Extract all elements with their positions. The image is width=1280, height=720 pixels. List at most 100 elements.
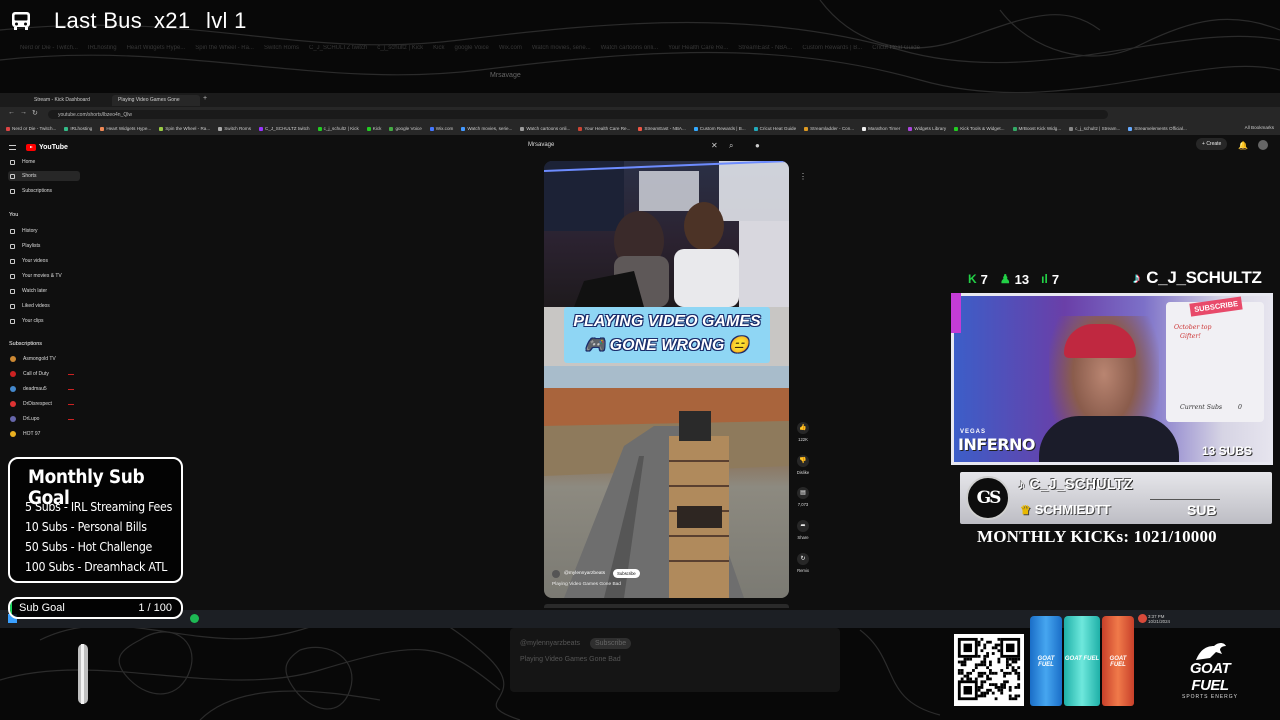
bookmark-label: Heart Widgets Hype... xyxy=(106,126,152,131)
sidebar-item-label: Call of Duty xyxy=(23,371,49,377)
sub-goal-item: 5 Subs - IRL Streaming Fees xyxy=(25,500,173,514)
bookmark-label: StreamEast - NBA... xyxy=(644,126,686,131)
board-line: 0 xyxy=(1238,404,1242,411)
ghost-search-text: Mrsavage xyxy=(490,72,521,79)
channel-name[interactable]: @mylennyarzbeats xyxy=(564,571,605,576)
sidebar-item-subscription[interactable]: Asmongold TV xyxy=(8,354,80,364)
bookmark-item[interactable]: Cricut Heat Guide xyxy=(753,125,796,132)
board-line: October top xyxy=(1174,324,1212,331)
bookmark-item[interactable]: Kick Tools & Widget... xyxy=(954,125,1005,132)
sidebar-item-you[interactable]: Your videos xyxy=(8,256,80,266)
bookmark-favicon-icon xyxy=(862,126,867,131)
bookmark-favicon-icon xyxy=(6,126,10,131)
bookmark-favicon-icon xyxy=(804,126,809,131)
sidebar-item-you[interactable]: History xyxy=(8,226,80,236)
sidebar-item-subscriptions[interactable]: Subscriptions xyxy=(8,186,80,196)
bookmark-item[interactable]: MrBoost Kick Widg... xyxy=(1012,125,1061,132)
comment-button[interactable]: ▤ 7,073 xyxy=(795,487,811,507)
sidebar-item-label: Your movies & TV xyxy=(22,273,62,279)
menu-icon[interactable] xyxy=(9,145,16,150)
subscriber-name: SCHMIEDTT xyxy=(1034,502,1111,517)
ghost-tab: Spin the Wheel - Ra... xyxy=(195,45,254,51)
spinning-coin-graphic xyxy=(78,644,88,704)
nav-you-icon xyxy=(10,288,15,294)
youtube-logo[interactable]: YouTube xyxy=(26,144,68,151)
bookmark-item[interactable]: Switch Roms xyxy=(218,125,251,132)
bookmark-label: Kick xyxy=(372,126,382,131)
bookmark-item[interactable]: StreamEast - NBA... xyxy=(638,125,686,132)
next-short-preview[interactable] xyxy=(544,604,789,608)
ghost-tab: Heart Widgets Hype... xyxy=(126,45,186,51)
sidebar-item-you[interactable]: Your movies & TV xyxy=(8,271,80,281)
back-icon[interactable]: ← xyxy=(8,109,15,116)
short-title[interactable]: Playing Video Games Gone Bad xyxy=(552,582,621,587)
bookmark-item[interactable]: IRLhosting xyxy=(64,125,92,132)
avatar[interactable] xyxy=(1258,140,1268,150)
bookmark-label: IRLhosting xyxy=(70,126,93,131)
bookmark-item[interactable]: google Voice xyxy=(389,125,422,132)
sidebar-item-you[interactable]: Liked videos xyxy=(8,301,80,311)
bookmark-item[interactable]: Streamladder - Con... xyxy=(804,125,854,132)
share-button[interactable]: ➦ Share xyxy=(795,520,811,540)
browser-tab-active[interactable]: Playing Video Games Gone xyxy=(112,95,200,106)
ghost-tab: StreamEast - NBA... xyxy=(738,45,793,51)
new-tab-icon[interactable]: + xyxy=(203,95,207,102)
all-bookmarks-link[interactable]: All Bookmarks xyxy=(1245,125,1274,132)
subscribe-button[interactable]: Subscribe xyxy=(613,569,640,578)
bookmark-favicon-icon xyxy=(693,126,698,131)
sidebar-item-home[interactable]: Home xyxy=(8,157,80,167)
clear-search-icon[interactable]: ✕ xyxy=(711,141,718,150)
bookmark-item[interactable]: Kick xyxy=(366,125,382,132)
shorts-player[interactable]: PLAYING VIDEO GAMES 🎮 GONE WRONG 😑 @myle… xyxy=(544,161,789,598)
spotify-icon[interactable] xyxy=(190,614,199,623)
tray-clock[interactable]: 3:37 PM 10/21/2024 xyxy=(1148,614,1170,624)
bookmark-item[interactable]: Heart Widgets Hype... xyxy=(100,125,151,132)
dislike-button[interactable]: 👎 Dislike xyxy=(795,455,811,475)
bookmark-item[interactable]: Custom Rewards | B... xyxy=(693,125,746,132)
follower-count: 13 xyxy=(1014,271,1030,287)
bookmark-item[interactable]: C_J_SCHULTZ twitch xyxy=(259,125,310,132)
mic-icon[interactable]: ● xyxy=(755,141,760,150)
bookmark-item[interactable]: Wix.com xyxy=(429,125,453,132)
browser-tab[interactable]: Stream - Kick Dashboard xyxy=(28,95,108,106)
remix-button[interactable]: ↻ Remix xyxy=(795,553,811,573)
bookmark-favicon-icon xyxy=(159,126,164,131)
bookmark-label: Custom Rewards | B... xyxy=(699,126,746,131)
forward-icon[interactable]: → xyxy=(20,109,27,116)
brand-name: GOAT FUEL xyxy=(1189,660,1231,694)
sidebar-item-subscription[interactable]: HOT 97 xyxy=(8,429,80,439)
more-options-icon[interactable]: ⋮ xyxy=(799,172,807,181)
subscriptions-heading[interactable]: Subscriptions xyxy=(9,341,42,347)
bookmark-favicon-icon xyxy=(429,126,434,131)
sidebar-item-label: Home xyxy=(22,159,36,165)
notifications-icon[interactable]: 🔔 xyxy=(1238,141,1248,150)
bookmark-item[interactable]: c_j_schultz | Kick xyxy=(317,125,359,132)
action-label: Dislike xyxy=(796,470,810,475)
sidebar-item-shorts[interactable]: Shorts xyxy=(8,171,80,181)
you-heading[interactable]: You xyxy=(9,212,18,218)
ghost-tab: Kick xyxy=(433,45,445,51)
bookmark-item[interactable]: Marathon Timer xyxy=(862,125,900,132)
sidebar-item-label: Your videos xyxy=(22,258,48,264)
sidebar-item-you[interactable]: Playlists xyxy=(8,241,80,251)
bookmark-item[interactable]: Nerd or Die - Twitch... xyxy=(6,125,56,132)
sidebar-item-label: DrLupo xyxy=(23,416,40,422)
channel-avatar[interactable] xyxy=(552,569,560,578)
bookmark-item[interactable]: Widgets Library xyxy=(908,125,946,132)
create-button[interactable]: + Create xyxy=(1196,138,1228,150)
search-icon[interactable]: ⌕ xyxy=(729,141,733,151)
sidebar-item-you[interactable]: Your clips xyxy=(8,316,80,326)
bookmark-item[interactable]: c_j_schultz | Stream... xyxy=(1069,125,1120,132)
bookmark-item[interactable]: Streamelements Official... xyxy=(1128,125,1187,132)
like-button[interactable]: 👍 122K xyxy=(795,422,811,442)
youtube-logo-text: YouTube xyxy=(39,144,68,151)
bookmark-item[interactable]: Watch cartoons onli... xyxy=(520,125,570,132)
reload-icon[interactable]: ↻ xyxy=(32,109,38,117)
sidebar-item-you[interactable]: Watch later xyxy=(8,286,80,296)
search-input[interactable]: Mrsavage xyxy=(522,138,722,152)
url-input[interactable]: youtube.com/shorts/lbzeo4n_Qlw xyxy=(48,110,1108,119)
bookmark-item[interactable]: Your Health Care Re... xyxy=(578,125,630,132)
bookmark-item[interactable]: Watch movies, serie... xyxy=(461,125,512,132)
browser-tab-strip: Stream - Kick Dashboard Playing Video Ga… xyxy=(0,93,1280,107)
bookmark-item[interactable]: Spin the Wheel - Ra... xyxy=(159,125,210,132)
